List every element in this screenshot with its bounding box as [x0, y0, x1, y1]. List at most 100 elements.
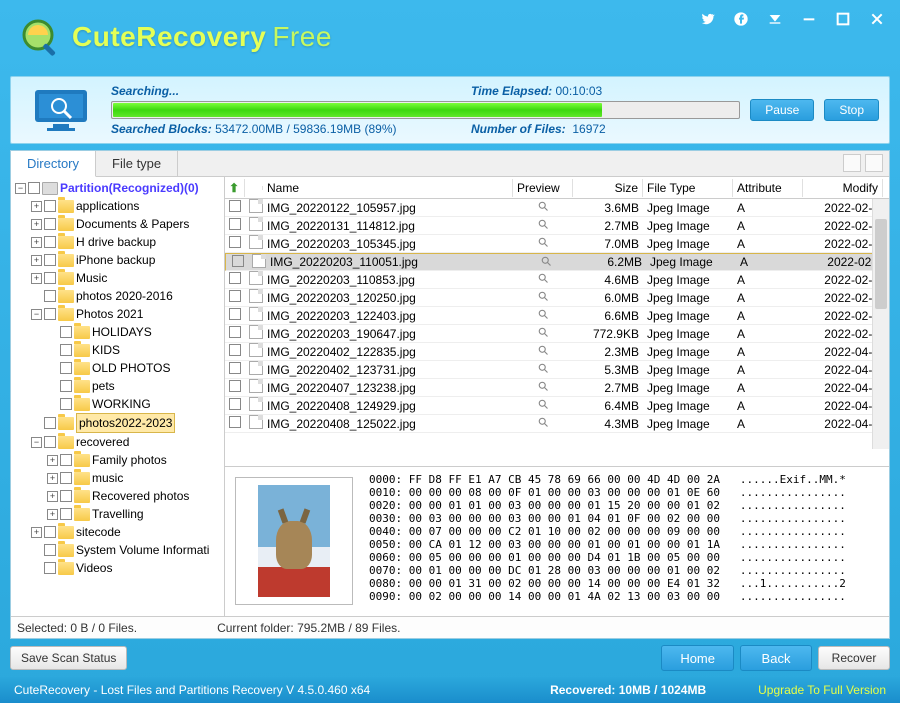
checkbox[interactable] — [44, 308, 56, 320]
tree-item[interactable]: Music — [76, 269, 107, 287]
expand-icon[interactable]: + — [31, 273, 42, 284]
checkbox[interactable] — [229, 236, 241, 248]
checkbox[interactable] — [229, 272, 241, 284]
column-name[interactable]: Name — [263, 179, 513, 197]
checkbox[interactable] — [229, 380, 241, 392]
checkbox[interactable] — [44, 544, 56, 556]
tree-item[interactable]: Photos 2021 — [76, 305, 143, 323]
tree-item[interactable]: OLD PHOTOS — [92, 359, 170, 377]
column-size[interactable]: Size — [573, 179, 643, 197]
dropdown-icon[interactable] — [766, 10, 784, 28]
checkbox[interactable] — [44, 436, 56, 448]
checkbox[interactable] — [44, 272, 56, 284]
file-row[interactable]: IMG_20220402_123731.jpg5.3MBJpeg ImageA2… — [225, 361, 889, 379]
tree-item[interactable]: photos 2020-2016 — [76, 287, 173, 305]
expand-icon[interactable]: + — [31, 527, 42, 538]
collapse-icon[interactable]: − — [31, 309, 42, 320]
preview-icon[interactable] — [513, 218, 573, 233]
back-button[interactable]: Back — [740, 645, 812, 671]
checkbox[interactable] — [60, 398, 72, 410]
tab-file-type[interactable]: File type — [96, 151, 178, 176]
expand-icon[interactable]: + — [31, 237, 42, 248]
preview-icon[interactable] — [513, 236, 573, 251]
tree-item[interactable]: System Volume Informati — [76, 541, 209, 559]
scrollbar[interactable] — [872, 199, 889, 449]
collapse-icon[interactable]: − — [15, 183, 26, 194]
checkbox[interactable] — [60, 362, 72, 374]
preview-icon[interactable] — [513, 290, 573, 305]
preview-icon[interactable] — [513, 398, 573, 413]
grid-view-icon[interactable] — [843, 154, 861, 172]
tree-item[interactable]: iPhone backup — [76, 251, 155, 269]
column-attribute[interactable]: Attribute — [733, 179, 803, 197]
tree-item[interactable]: HOLIDAYS — [92, 323, 152, 341]
list-view-icon[interactable] — [865, 154, 883, 172]
preview-icon[interactable] — [513, 416, 573, 431]
expand-icon[interactable]: + — [47, 455, 58, 466]
tree-item[interactable]: Documents & Papers — [76, 215, 189, 233]
preview-icon[interactable] — [513, 308, 573, 323]
expand-icon[interactable]: + — [31, 255, 42, 266]
file-row[interactable]: IMG_20220122_105957.jpg3.6MBJpeg ImageA2… — [225, 199, 889, 217]
checkbox[interactable] — [60, 472, 72, 484]
preview-icon[interactable] — [513, 326, 573, 341]
preview-icon[interactable] — [513, 272, 573, 287]
file-row[interactable]: IMG_20220407_123238.jpg2.7MBJpeg ImageA2… — [225, 379, 889, 397]
up-folder-icon[interactable]: ⬆ — [225, 179, 245, 197]
tree-root[interactable]: Partition(Recognized)(0) — [60, 179, 199, 197]
file-row[interactable]: IMG_20220131_114812.jpg2.7MBJpeg ImageA2… — [225, 217, 889, 235]
close-icon[interactable] — [868, 10, 886, 28]
save-scan-status-button[interactable]: Save Scan Status — [10, 646, 127, 670]
checkbox[interactable] — [232, 255, 244, 267]
file-row[interactable]: IMG_20220408_125022.jpg4.3MBJpeg ImageA2… — [225, 415, 889, 433]
stop-button[interactable]: Stop — [824, 99, 879, 121]
tree-item[interactable]: Videos — [76, 559, 112, 577]
checkbox[interactable] — [229, 290, 241, 302]
checkbox[interactable] — [60, 490, 72, 502]
tab-directory[interactable]: Directory — [11, 151, 96, 177]
file-row[interactable]: IMG_20220402_122835.jpg2.3MBJpeg ImageA2… — [225, 343, 889, 361]
tree-item[interactable]: KIDS — [92, 341, 120, 359]
expand-icon[interactable]: + — [47, 509, 58, 520]
checkbox[interactable] — [44, 562, 56, 574]
checkbox[interactable] — [44, 254, 56, 266]
recover-button[interactable]: Recover — [818, 646, 890, 670]
checkbox[interactable] — [28, 182, 40, 194]
checkbox[interactable] — [60, 454, 72, 466]
directory-tree[interactable]: −Partition(Recognized)(0) +applications+… — [11, 177, 225, 616]
tree-item[interactable]: H drive backup — [76, 233, 156, 251]
checkbox[interactable] — [44, 218, 56, 230]
upgrade-link[interactable]: Upgrade To Full Version — [758, 683, 886, 697]
checkbox[interactable] — [229, 398, 241, 410]
tree-item-selected[interactable]: photos2022-2023 — [76, 413, 175, 433]
tree-item[interactable]: pets — [92, 377, 115, 395]
checkbox[interactable] — [229, 416, 241, 428]
checkbox[interactable] — [44, 200, 56, 212]
checkbox[interactable] — [229, 200, 241, 212]
column-filetype[interactable]: File Type — [643, 179, 733, 197]
checkbox[interactable] — [44, 417, 56, 429]
checkbox[interactable] — [229, 308, 241, 320]
file-row[interactable]: IMG_20220203_122403.jpg6.6MBJpeg ImageA2… — [225, 307, 889, 325]
maximize-icon[interactable] — [834, 10, 852, 28]
twitter-icon[interactable] — [698, 10, 716, 28]
pause-button[interactable]: Pause — [750, 99, 814, 121]
checkbox[interactable] — [60, 380, 72, 392]
expand-icon[interactable]: + — [31, 219, 42, 230]
checkbox[interactable] — [229, 362, 241, 374]
expand-icon[interactable]: + — [31, 201, 42, 212]
column-preview[interactable]: Preview — [513, 179, 573, 197]
expand-icon[interactable]: + — [47, 473, 58, 484]
file-row[interactable]: IMG_20220203_110051.jpg6.2MBJpeg ImageA2… — [225, 253, 889, 271]
expand-icon[interactable]: + — [47, 491, 58, 502]
preview-icon[interactable] — [516, 255, 576, 270]
checkbox[interactable] — [229, 218, 241, 230]
file-row[interactable]: IMG_20220203_110853.jpg4.6MBJpeg ImageA2… — [225, 271, 889, 289]
tree-item[interactable]: music — [92, 469, 123, 487]
checkbox[interactable] — [229, 326, 241, 338]
home-button[interactable]: Home — [661, 645, 734, 671]
preview-icon[interactable] — [513, 380, 573, 395]
tree-item[interactable]: recovered — [76, 433, 129, 451]
preview-icon[interactable] — [513, 200, 573, 215]
facebook-icon[interactable] — [732, 10, 750, 28]
